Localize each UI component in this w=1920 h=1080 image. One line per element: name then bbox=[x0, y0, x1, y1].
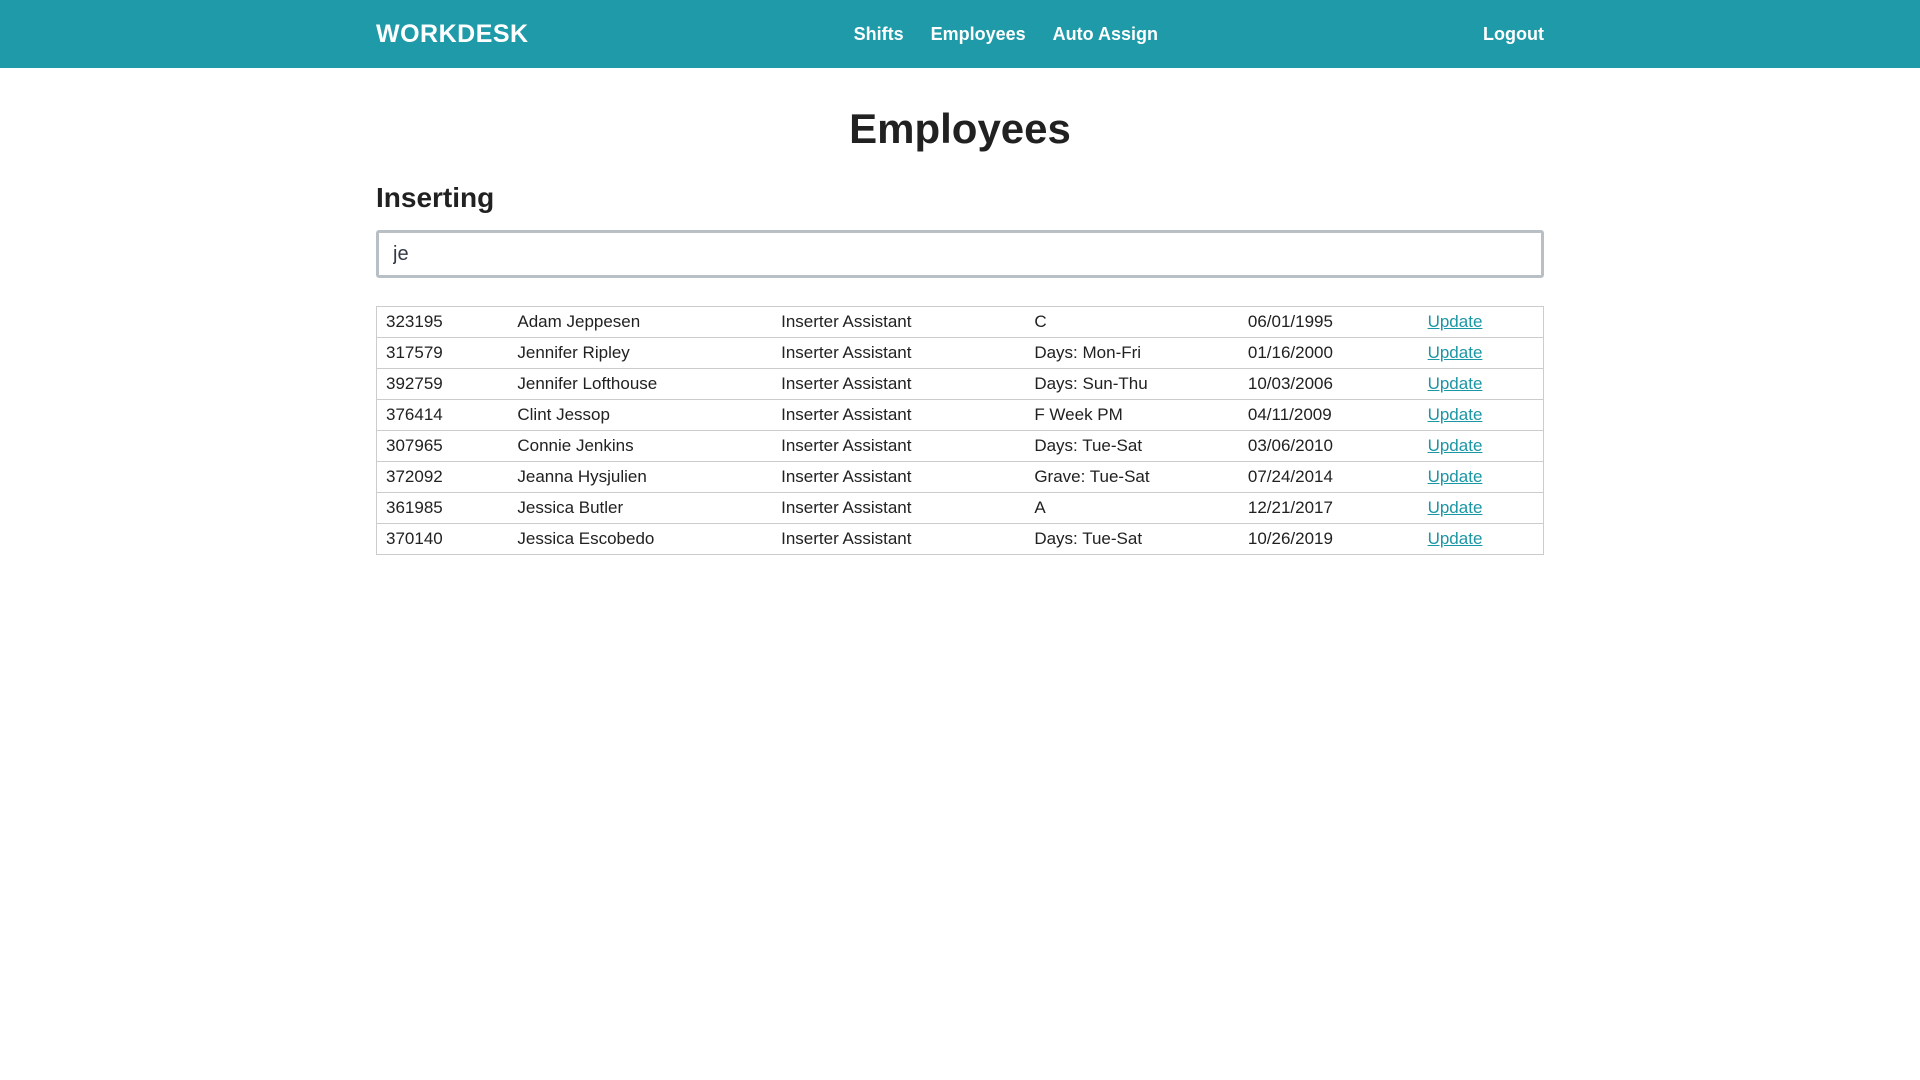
update-link[interactable]: Update bbox=[1428, 529, 1483, 548]
cell-action: Update bbox=[1419, 369, 1544, 400]
cell-position: Inserter Assistant bbox=[772, 338, 1025, 369]
cell-hire-date: 06/01/1995 bbox=[1239, 307, 1419, 338]
cell-hire-date: 12/21/2017 bbox=[1239, 493, 1419, 524]
update-link[interactable]: Update bbox=[1428, 312, 1483, 331]
table-row: 323195 Adam Jeppesen Inserter Assistant … bbox=[377, 307, 1544, 338]
cell-action: Update bbox=[1419, 307, 1544, 338]
cell-hire-date: 03/06/2010 bbox=[1239, 431, 1419, 462]
update-link[interactable]: Update bbox=[1428, 405, 1483, 424]
cell-employee-id: 376414 bbox=[377, 400, 509, 431]
cell-employee-name: Adam Jeppesen bbox=[508, 307, 772, 338]
cell-position: Inserter Assistant bbox=[772, 307, 1025, 338]
cell-employee-id: 307965 bbox=[377, 431, 509, 462]
app-header: WORKDESK Shifts Employees Auto Assign Lo… bbox=[0, 0, 1920, 68]
cell-action: Update bbox=[1419, 338, 1544, 369]
cell-action: Update bbox=[1419, 462, 1544, 493]
cell-hire-date: 10/03/2006 bbox=[1239, 369, 1419, 400]
cell-employee-id: 372092 bbox=[377, 462, 509, 493]
table-row: 307965 Connie Jenkins Inserter Assistant… bbox=[377, 431, 1544, 462]
cell-position: Inserter Assistant bbox=[772, 524, 1025, 555]
cell-schedule: Days: Tue-Sat bbox=[1025, 431, 1239, 462]
cell-position: Inserter Assistant bbox=[772, 462, 1025, 493]
update-link[interactable]: Update bbox=[1428, 436, 1483, 455]
cell-employee-id: 392759 bbox=[377, 369, 509, 400]
cell-hire-date: 04/11/2009 bbox=[1239, 400, 1419, 431]
cell-schedule: Grave: Tue-Sat bbox=[1025, 462, 1239, 493]
main-nav-wrap: Shifts Employees Auto Assign bbox=[529, 0, 1483, 68]
cell-position: Inserter Assistant bbox=[772, 400, 1025, 431]
cell-employee-name: Jeanna Hysjulien bbox=[508, 462, 772, 493]
employees-table: 323195 Adam Jeppesen Inserter Assistant … bbox=[376, 306, 1544, 555]
cell-schedule: F Week PM bbox=[1025, 400, 1239, 431]
cell-position: Inserter Assistant bbox=[772, 369, 1025, 400]
cell-action: Update bbox=[1419, 493, 1544, 524]
cell-schedule: Days: Tue-Sat bbox=[1025, 524, 1239, 555]
cell-employee-id: 323195 bbox=[377, 307, 509, 338]
update-link[interactable]: Update bbox=[1428, 498, 1483, 517]
employee-search-input[interactable] bbox=[376, 230, 1544, 278]
cell-schedule: Days: Sun-Thu bbox=[1025, 369, 1239, 400]
cell-schedule: A bbox=[1025, 493, 1239, 524]
cell-action: Update bbox=[1419, 400, 1544, 431]
table-row: 392759 Jennifer Lofthouse Inserter Assis… bbox=[377, 369, 1544, 400]
cell-employee-name: Clint Jessop bbox=[508, 400, 772, 431]
cell-employee-name: Jennifer Ripley bbox=[508, 338, 772, 369]
cell-schedule: C bbox=[1025, 307, 1239, 338]
cell-employee-name: Jennifer Lofthouse bbox=[508, 369, 772, 400]
main-nav: Shifts Employees Auto Assign bbox=[854, 0, 1158, 68]
cell-position: Inserter Assistant bbox=[772, 431, 1025, 462]
section-heading: Inserting bbox=[376, 182, 1544, 214]
header-inner: WORKDESK Shifts Employees Auto Assign Lo… bbox=[376, 0, 1544, 68]
cell-hire-date: 07/24/2014 bbox=[1239, 462, 1419, 493]
cell-action: Update bbox=[1419, 524, 1544, 555]
employees-table-body: 323195 Adam Jeppesen Inserter Assistant … bbox=[377, 307, 1544, 555]
cell-schedule: Days: Mon-Fri bbox=[1025, 338, 1239, 369]
cell-employee-name: Jessica Butler bbox=[508, 493, 772, 524]
table-row: 370140 Jessica Escobedo Inserter Assista… bbox=[377, 524, 1544, 555]
cell-position: Inserter Assistant bbox=[772, 493, 1025, 524]
cell-employee-id: 317579 bbox=[377, 338, 509, 369]
update-link[interactable]: Update bbox=[1428, 343, 1483, 362]
main-content: Employees Inserting 323195 Adam Jeppesen… bbox=[376, 104, 1544, 555]
table-row: 372092 Jeanna Hysjulien Inserter Assista… bbox=[377, 462, 1544, 493]
cell-employee-id: 361985 bbox=[377, 493, 509, 524]
cell-hire-date: 10/26/2019 bbox=[1239, 524, 1419, 555]
update-link[interactable]: Update bbox=[1428, 374, 1483, 393]
table-row: 376414 Clint Jessop Inserter Assistant F… bbox=[377, 400, 1544, 431]
table-row: 317579 Jennifer Ripley Inserter Assistan… bbox=[377, 338, 1544, 369]
cell-hire-date: 01/16/2000 bbox=[1239, 338, 1419, 369]
table-row: 361985 Jessica Butler Inserter Assistant… bbox=[377, 493, 1544, 524]
update-link[interactable]: Update bbox=[1428, 467, 1483, 486]
logout-link[interactable]: Logout bbox=[1483, 24, 1544, 45]
cell-employee-id: 370140 bbox=[377, 524, 509, 555]
brand-logo[interactable]: WORKDESK bbox=[376, 20, 529, 49]
nav-item-shifts[interactable]: Shifts bbox=[854, 0, 904, 68]
cell-action: Update bbox=[1419, 431, 1544, 462]
page-title: Employees bbox=[376, 104, 1544, 154]
nav-item-auto-assign[interactable]: Auto Assign bbox=[1053, 0, 1158, 68]
cell-employee-name: Jessica Escobedo bbox=[508, 524, 772, 555]
nav-item-employees[interactable]: Employees bbox=[931, 0, 1026, 68]
cell-employee-name: Connie Jenkins bbox=[508, 431, 772, 462]
